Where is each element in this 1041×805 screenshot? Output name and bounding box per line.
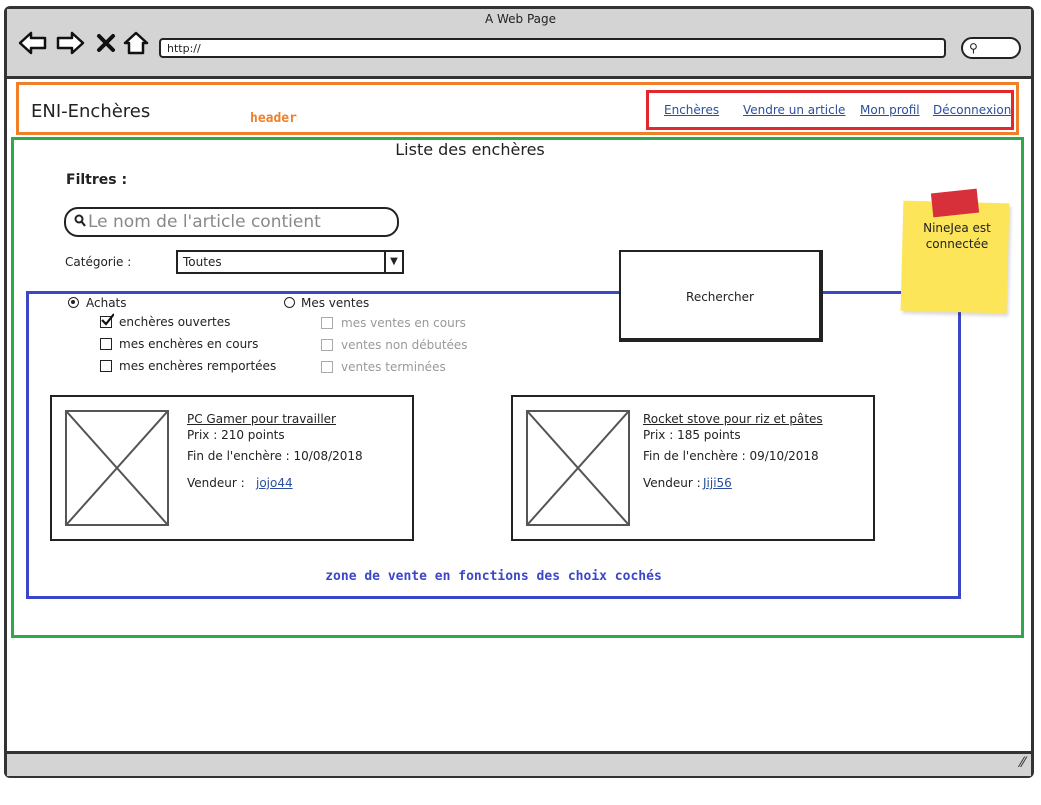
auction-card-seller-label: Vendeur : [643,476,701,490]
checkmark-icon [101,313,114,326]
close-icon[interactable] [95,30,117,56]
home-icon[interactable] [122,30,150,56]
item-image-placeholder [65,410,169,526]
auction-card-seller-link[interactable]: Jiji56 [703,476,732,490]
checkbox-label: mes enchères en cours [119,337,259,351]
nav-link-profil[interactable]: Mon profil [860,103,920,117]
checkbox-label: enchères ouvertes [119,315,231,329]
item-image-placeholder [526,410,630,526]
auction-card-title[interactable]: Rocket stove pour riz et pâtes [643,412,823,426]
purchases-radio[interactable] [68,297,79,308]
checkbox-label: ventes non débutées [341,338,468,352]
checkbox-open-auctions[interactable] [100,313,114,328]
header-annotation-label: header [250,111,297,126]
resize-grip-icon[interactable]: ⁄⁄ [1020,755,1025,771]
sticky-tape [930,188,980,218]
search-button[interactable]: Rechercher [619,250,823,342]
category-selected-value: Toutes [183,255,222,269]
category-label: Catégorie : [65,255,132,269]
search-input[interactable] [88,211,388,233]
checkbox-my-won-bids[interactable] [100,360,112,372]
auction-card-seller-label: Vendeur : [187,476,245,490]
auction-card-price: Prix : 185 points [643,428,741,442]
address-bar[interactable]: http:// [159,38,946,58]
nav-link-vendre[interactable]: Vendre un article [743,103,845,117]
search-icon [74,214,86,232]
checkbox-my-current-bids[interactable] [100,338,112,350]
sales-zone-annotation-label: zone de vente en fonctions des choix coc… [325,569,662,584]
checkbox-sales-not-started[interactable] [321,339,333,351]
auction-card-end-date: Fin de l'enchère : 09/10/2018 [643,449,819,463]
checkbox-sales-ended[interactable] [321,361,333,373]
auction-card-title[interactable]: PC Gamer pour travailler [187,412,336,426]
page-title: Liste des enchères [395,140,545,159]
nav-link-deconnexion[interactable]: Déconnexion [933,103,1011,117]
sticky-line-1: NineJea est [923,221,991,235]
sales-radio-label: Mes ventes [301,296,370,310]
chevron-down-icon[interactable]: ▼ [384,252,402,272]
search-icon: ⚲ [969,41,978,55]
nav-link-encheres[interactable]: Enchères [664,103,719,117]
checkbox-label: mes ventes en cours [341,316,466,330]
sticky-note [900,200,1010,314]
checkbox-label: ventes terminées [341,360,446,374]
sticky-line-2: connectée [925,237,989,251]
purchases-radio-label: Achats [86,296,127,310]
auction-card-seller-link[interactable]: jojo44 [256,476,293,490]
window-title: A Web Page [484,12,557,26]
site-title: ENI-Enchères [31,101,151,122]
sales-radio[interactable] [284,297,295,308]
auction-card-end-date: Fin de l'enchère : 10/08/2018 [187,449,363,463]
browser-search-box[interactable]: ⚲ [961,37,1021,59]
forward-arrow-icon[interactable] [55,30,85,56]
search-field[interactable] [64,207,399,237]
category-select[interactable]: Toutes ▼ [176,250,404,274]
checkbox-my-current-sales[interactable] [321,317,333,329]
sticky-note-text: NineJea est connectée [902,220,1012,252]
filters-label: Filtres : [66,172,128,188]
back-arrow-icon[interactable] [18,30,48,56]
auction-card-price: Prix : 210 points [187,428,285,442]
checkbox-label: mes enchères remportées [119,359,277,373]
status-bar [7,751,1031,776]
